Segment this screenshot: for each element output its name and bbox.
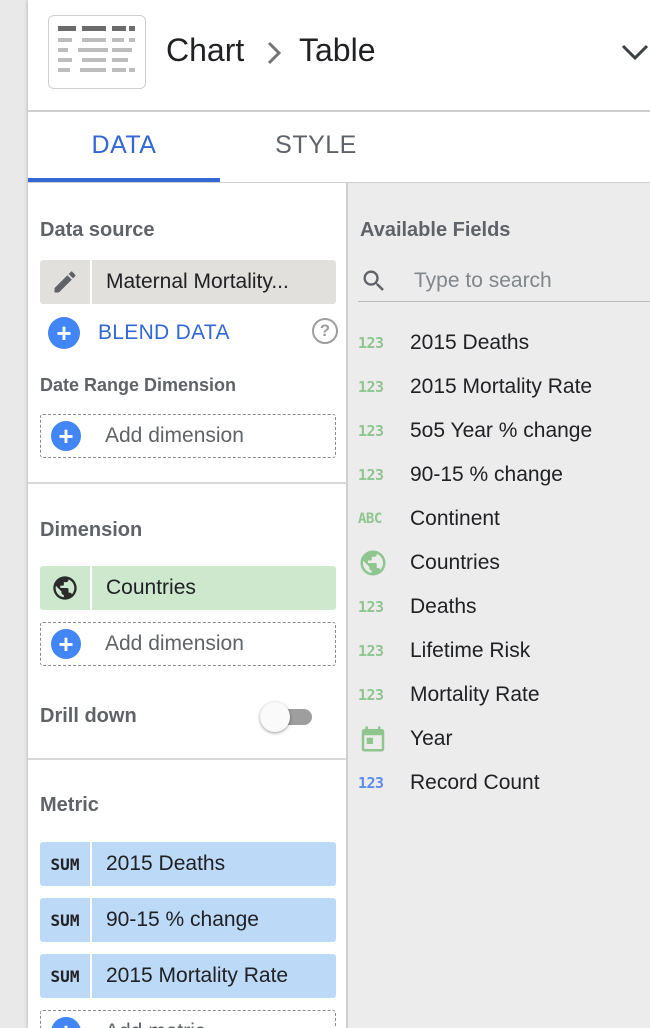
field-item[interactable]: 123 2015 Deaths [358, 321, 650, 365]
field-item[interactable]: 123 Record Count [358, 761, 650, 805]
chevron-right-icon [264, 38, 284, 75]
tab-bar: DATA STYLE [28, 112, 650, 183]
metric-chip[interactable]: SUM 90-15 % change [40, 898, 336, 942]
metric-chip-label: 2015 Mortality Rate [90, 954, 336, 998]
number-type-icon: 123 [358, 422, 384, 440]
properties-panel: Chart Table DATA STYLE Data source Mater… [28, 0, 650, 1028]
field-search [358, 261, 650, 302]
number-type-icon: 123 [358, 466, 384, 484]
aggregation-sum-label[interactable]: SUM [40, 898, 90, 942]
data-source-title: Data source [40, 219, 155, 241]
search-input[interactable] [412, 261, 646, 301]
date-range-dimension-title: Date Range Dimension [40, 375, 237, 395]
field-item[interactable]: 123 90-15 % change [358, 453, 650, 497]
number-type-icon: 123 [358, 334, 384, 352]
text-type-icon: ABC [358, 511, 382, 527]
field-item[interactable]: 123 2015 Mortality Rate [358, 365, 650, 409]
data-source-chip[interactable]: Maternal Mortality... [40, 260, 336, 304]
dimension-chip-label: Countries [90, 566, 336, 610]
globe-icon [358, 541, 410, 585]
field-item[interactable]: 123 Lifetime Risk [358, 629, 650, 673]
breadcrumb-chart[interactable]: Chart [166, 32, 244, 69]
metric-chip[interactable]: SUM 2015 Deaths [40, 842, 336, 886]
calendar-icon [358, 717, 410, 761]
add-metric-label: Add metric [105, 1020, 205, 1028]
data-source-name: Maternal Mortality... [90, 260, 336, 304]
field-label: Mortality Rate [410, 683, 540, 706]
blend-data-row: + BLEND DATA ? [48, 316, 338, 350]
section-divider [28, 482, 346, 484]
available-fields-title: Available Fields [360, 219, 511, 241]
field-label: Deaths [410, 595, 477, 618]
metric-chip-label: 2015 Deaths [90, 842, 336, 886]
panel-header: Chart Table [28, 0, 650, 112]
help-icon[interactable]: ? [312, 318, 338, 344]
add-circle-icon: + [51, 1017, 81, 1028]
pencil-icon[interactable] [40, 260, 90, 304]
dimension-title: Dimension [40, 519, 143, 541]
blend-data-button[interactable]: BLEND DATA [98, 321, 230, 345]
metric-chip[interactable]: SUM 2015 Mortality Rate [40, 954, 336, 998]
field-label: 2015 Mortality Rate [410, 375, 593, 398]
add-circle-icon: + [51, 629, 81, 659]
tab-style[interactable]: STYLE [220, 112, 412, 182]
breadcrumb-table[interactable]: Table [299, 32, 376, 69]
toggle-knob [260, 702, 290, 732]
aggregation-sum-label[interactable]: SUM [40, 954, 90, 998]
add-date-range-dimension[interactable]: + Add dimension [40, 414, 336, 458]
add-metric-button[interactable]: + Add metric [40, 1010, 336, 1028]
metric-chip-label: 90-15 % change [90, 898, 336, 942]
add-dimension-label: Add dimension [105, 632, 244, 655]
metric-number-type-icon: 123 [358, 774, 384, 792]
data-config-column: Data source Maternal Mortality... + BLEN… [28, 183, 348, 1028]
add-dimension-button[interactable]: + Add dimension [40, 622, 336, 666]
field-item[interactable]: ABC Continent [358, 497, 650, 541]
drill-down-toggle[interactable] [260, 702, 312, 732]
aggregation-sum-label[interactable]: SUM [40, 842, 90, 886]
field-item[interactable]: 123 Mortality Rate [358, 673, 650, 717]
add-dimension-label: Add dimension [105, 424, 244, 447]
field-label: Record Count [410, 771, 540, 794]
number-type-icon: 123 [358, 378, 384, 396]
dimension-chip-countries[interactable]: Countries [40, 566, 336, 610]
field-item[interactable]: Year [358, 717, 650, 761]
section-divider [28, 758, 346, 760]
available-fields-column: Available Fields 123 2015 Deaths 123 201… [348, 183, 650, 1028]
number-type-icon: 123 [358, 598, 384, 616]
number-type-icon: 123 [358, 686, 384, 704]
field-label: 5o5 Year % change [410, 419, 593, 442]
metric-title: Metric [40, 794, 99, 816]
search-icon [360, 267, 388, 300]
field-label: Continent [410, 507, 500, 530]
field-label: Lifetime Risk [410, 639, 531, 662]
field-label: 2015 Deaths [410, 331, 530, 354]
field-label: 90-15 % change [410, 463, 563, 486]
field-item[interactable]: 123 Deaths [358, 585, 650, 629]
field-label: Countries [410, 551, 500, 574]
tab-data[interactable]: DATA [28, 112, 220, 182]
add-circle-icon: + [51, 421, 81, 451]
field-item[interactable]: Countries [358, 541, 650, 585]
field-item[interactable]: 123 5o5 Year % change [358, 409, 650, 453]
drill-down-title: Drill down [40, 705, 137, 727]
add-circle-icon[interactable]: + [48, 317, 80, 349]
globe-icon [40, 566, 90, 610]
number-type-icon: 123 [358, 642, 384, 660]
field-label: Year [410, 727, 453, 750]
chevron-down-icon[interactable] [620, 40, 650, 71]
table-chart-thumbnail-icon[interactable] [48, 15, 146, 89]
